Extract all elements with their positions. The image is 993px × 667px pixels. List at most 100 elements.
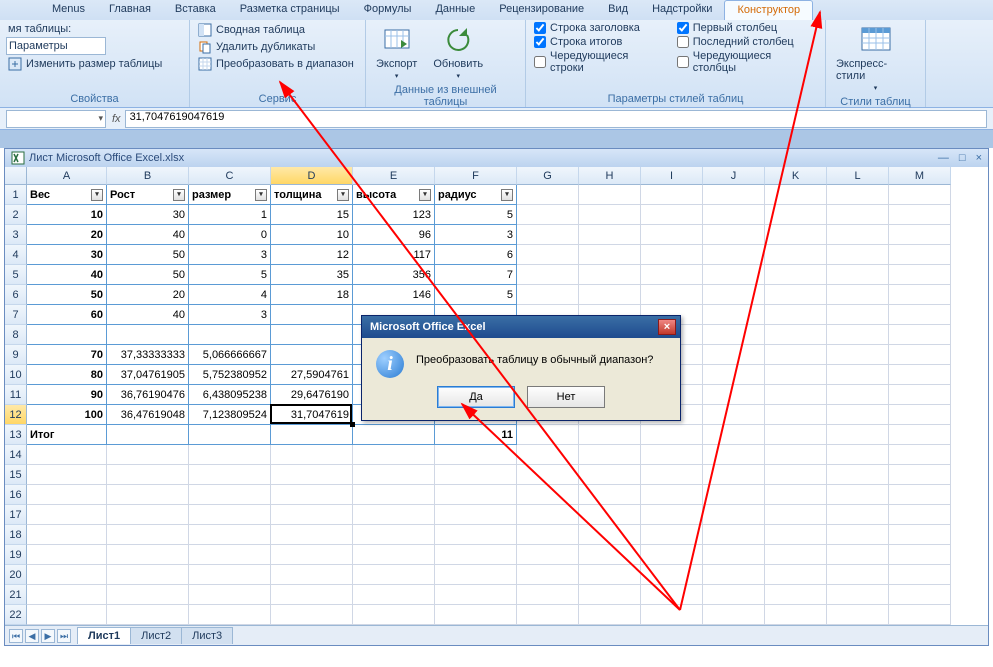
cell[interactable]	[827, 185, 889, 205]
cell[interactable]: 5,752380952	[189, 365, 271, 385]
fx-icon[interactable]: fx	[112, 113, 121, 125]
close-button[interactable]: ×	[976, 152, 982, 164]
cell[interactable]: 20	[107, 285, 189, 305]
cell[interactable]	[889, 185, 951, 205]
cell[interactable]: 100	[27, 405, 107, 425]
cell[interactable]: 7	[435, 265, 517, 285]
sheet-nav[interactable]: ⏮ ◀ ▶ ⏭	[9, 629, 71, 643]
cell[interactable]	[827, 385, 889, 405]
cell[interactable]	[641, 545, 703, 565]
cell[interactable]: 31,7047619	[271, 405, 353, 425]
row-header-6[interactable]: 6	[5, 285, 27, 305]
cell[interactable]	[827, 245, 889, 265]
cell[interactable]	[889, 525, 951, 545]
cell[interactable]: 3	[189, 245, 271, 265]
cell[interactable]	[641, 605, 703, 625]
cell[interactable]	[703, 585, 765, 605]
cell[interactable]	[703, 565, 765, 585]
cell[interactable]	[889, 605, 951, 625]
cell[interactable]	[271, 565, 353, 585]
cell[interactable]	[641, 205, 703, 225]
row-header-3[interactable]: 3	[5, 225, 27, 245]
cell[interactable]: размер▾	[189, 185, 271, 205]
cell[interactable]	[353, 425, 435, 445]
cell[interactable]	[107, 425, 189, 445]
cell[interactable]	[27, 605, 107, 625]
cell[interactable]	[353, 525, 435, 545]
cell[interactable]	[765, 245, 827, 265]
cell[interactable]: 30	[107, 205, 189, 225]
cell[interactable]	[107, 545, 189, 565]
cell[interactable]	[641, 465, 703, 485]
cell[interactable]: 6,438095238	[189, 385, 271, 405]
row-header-14[interactable]: 14	[5, 445, 27, 465]
cell[interactable]	[765, 325, 827, 345]
sheet-tab-2[interactable]: Лист2	[130, 627, 182, 644]
cell[interactable]: 6	[435, 245, 517, 265]
cell[interactable]	[703, 245, 765, 265]
cell[interactable]	[517, 285, 579, 305]
cell[interactable]	[107, 325, 189, 345]
col-header-E[interactable]: E	[353, 167, 435, 185]
cell[interactable]	[703, 385, 765, 405]
pivot-table-button[interactable]: Сводная таблица	[196, 22, 359, 38]
export-button[interactable]: Экспорт ▾	[372, 22, 421, 82]
cell[interactable]	[579, 265, 641, 285]
cell[interactable]	[189, 545, 271, 565]
cell[interactable]	[827, 505, 889, 525]
cell[interactable]	[641, 525, 703, 545]
formula-input[interactable]: 31,7047619047619	[125, 110, 987, 128]
resize-table-button[interactable]: Изменить размер таблицы	[6, 56, 183, 72]
cell[interactable]	[579, 245, 641, 265]
cell[interactable]	[641, 285, 703, 305]
cell[interactable]	[889, 505, 951, 525]
cell[interactable]	[827, 325, 889, 345]
cell[interactable]	[107, 445, 189, 465]
cell[interactable]	[889, 345, 951, 365]
cell[interactable]: 90	[27, 385, 107, 405]
cell[interactable]	[889, 465, 951, 485]
cell[interactable]	[889, 405, 951, 425]
filter-dropdown-icon[interactable]: ▾	[501, 189, 513, 201]
cell[interactable]: 37,33333333	[107, 345, 189, 365]
cell[interactable]: 10	[27, 205, 107, 225]
row-header-1[interactable]: 1	[5, 185, 27, 205]
cell[interactable]	[641, 265, 703, 285]
cell[interactable]	[271, 485, 353, 505]
cell[interactable]: 96	[353, 225, 435, 245]
cell[interactable]	[107, 565, 189, 585]
cell[interactable]	[579, 445, 641, 465]
cell[interactable]: толщина▾	[271, 185, 353, 205]
cell[interactable]	[703, 305, 765, 325]
cell[interactable]	[517, 485, 579, 505]
cell[interactable]	[703, 525, 765, 545]
row-header-4[interactable]: 4	[5, 245, 27, 265]
row-header-11[interactable]: 11	[5, 385, 27, 405]
cell[interactable]: 20	[27, 225, 107, 245]
cell[interactable]	[107, 465, 189, 485]
cell[interactable]	[765, 185, 827, 205]
col-header-H[interactable]: H	[579, 167, 641, 185]
tab-menus[interactable]: Menus	[40, 0, 97, 20]
cell[interactable]	[765, 505, 827, 525]
header-row-checkbox[interactable]: Строка заголовка	[532, 22, 667, 34]
minimize-button[interactable]: —	[938, 152, 949, 164]
cell[interactable]: 1	[189, 205, 271, 225]
nav-prev-icon[interactable]: ◀	[25, 629, 39, 643]
cell[interactable]	[765, 565, 827, 585]
cell[interactable]	[703, 545, 765, 565]
cell[interactable]	[641, 485, 703, 505]
col-header-J[interactable]: J	[703, 167, 765, 185]
sheet-tab-3[interactable]: Лист3	[181, 627, 233, 644]
cell[interactable]	[517, 545, 579, 565]
cell[interactable]	[889, 205, 951, 225]
cell[interactable]	[765, 365, 827, 385]
cell[interactable]	[435, 605, 517, 625]
cell[interactable]	[189, 565, 271, 585]
cell[interactable]	[889, 445, 951, 465]
cell[interactable]	[517, 425, 579, 445]
cell[interactable]	[889, 385, 951, 405]
cell[interactable]	[889, 285, 951, 305]
select-all-corner[interactable]	[5, 167, 27, 185]
cell[interactable]: 50	[27, 285, 107, 305]
